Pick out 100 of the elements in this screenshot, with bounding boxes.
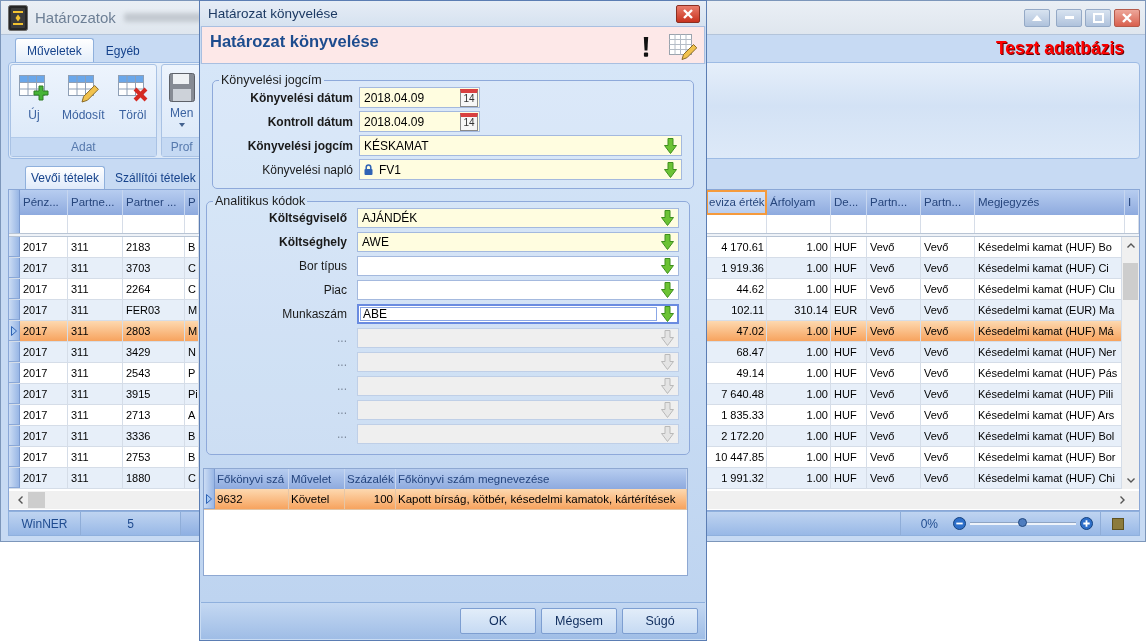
row-header[interactable] [204,489,215,509]
vertical-scrollbar[interactable] [1122,237,1139,489]
table-cell: 2017 [20,426,68,446]
arrow-down-icon[interactable] [661,306,674,322]
grid-plus-icon [18,72,50,104]
scrollbar-thumb[interactable] [1123,263,1138,300]
lookup-field[interactable]: KÉSKAMAT [359,135,682,156]
table-cell: Vevő [867,321,921,341]
ribbon-button[interactable]: Töröl [110,72,155,136]
table-cell: Vevő [921,321,975,341]
table-cell: Vevő [867,468,921,488]
table-cell: 2264 [123,279,185,299]
arrow-down-icon[interactable] [664,137,677,154]
database-label: Teszt adatbázis [995,38,1124,59]
table-cell: HUF [831,363,867,383]
field-label: Munkaszám [281,307,348,321]
zoom-in-icon[interactable] [1080,517,1093,530]
dialog-button[interactable]: OK [460,608,536,634]
row-header[interactable] [9,384,20,404]
grid-pencil-icon [67,72,100,104]
row-header[interactable] [9,237,20,257]
scrollbar-thumb[interactable] [28,492,45,508]
group-title: Analitikus kódok [214,194,307,208]
table-cell: 2017 [20,237,68,257]
ribbon-collapse-button[interactable] [1024,8,1050,27]
table-cell: HUF [831,321,867,341]
table-cell: 1.00 [767,258,831,278]
table-cell: Vevő [867,237,921,257]
table-cell: 1880 [123,468,185,488]
lookup-field[interactable]: ABE [357,304,679,324]
ribbon-button[interactable]: Módosít [56,72,111,136]
ribbon-tab[interactable]: Egyéb [93,38,152,62]
row-header[interactable] [9,468,20,488]
row-header[interactable] [9,258,20,278]
table-cell: Vevő [921,237,975,257]
table-cell: 100 [345,489,396,509]
tab[interactable]: Vevői tételek [25,166,106,189]
ribbon-button[interactable]: Men [162,72,201,136]
lookup-field[interactable] [357,280,679,300]
arrow-down-icon[interactable] [661,234,674,250]
table-cell: 311 [68,321,123,341]
row-pointer-icon [11,325,17,336]
close-button[interactable] [1114,8,1140,27]
table-cell: HUF [831,426,867,446]
arrow-down-icon[interactable] [661,258,674,274]
date-field[interactable]: 2018.04.09 14 [359,87,480,108]
row-header[interactable] [9,447,20,467]
date-field[interactable]: 2018.04.09 14 [359,111,480,132]
ribbon-tab[interactable]: Műveletek [15,38,94,62]
zoom-out-icon[interactable] [953,517,966,530]
table-cell: 311 [68,258,123,278]
row-header[interactable] [9,279,20,299]
row-header[interactable] [9,363,20,383]
row-header[interactable] [9,342,20,362]
table-cell: 2713 [123,405,185,425]
arrow-down-icon[interactable] [661,282,674,298]
dialog-button[interactable]: Súgó [622,608,698,634]
row-header[interactable] [9,405,20,425]
table-cell: Vevő [867,447,921,467]
table-cell: 2017 [20,405,68,425]
row-header[interactable] [9,321,20,341]
dialog-button[interactable]: Mégsem [541,608,617,634]
calendar-button[interactable]: 14 [460,88,478,107]
arrow-down-icon[interactable] [661,210,674,226]
table-cell: 311 [68,384,123,404]
row-header[interactable] [9,300,20,320]
table-cell: Vevő [921,300,975,320]
lookup-field[interactable]: AJÁNDÉK [357,208,679,228]
table-cell: 311 [68,447,123,467]
table-cell: 2017 [20,447,68,467]
maximize-button[interactable] [1085,8,1111,27]
slider-thumb[interactable] [1018,518,1027,527]
table-cell: 2753 [123,447,185,467]
table-cell: FER03 [123,300,185,320]
header-corner [9,190,20,215]
minimize-icon [1064,16,1074,19]
lookup-field[interactable] [357,256,679,276]
tab[interactable]: Szállítói tételek [109,166,202,189]
table-cell: 310.14 [767,300,831,320]
square-icon[interactable] [1112,517,1124,530]
table-cell: 3429 [123,342,185,362]
row-header[interactable] [9,426,20,446]
table-cell: Vevő [921,426,975,446]
exclamation-icon [643,37,649,57]
table-cell: 311 [68,426,123,446]
dialog-title: Határozat könyvelése [208,6,339,21]
lookup-field[interactable]: AWE [357,232,679,252]
close-icon [1122,12,1132,23]
lookup-field[interactable]: FV1 [359,159,682,180]
calendar-button[interactable]: 14 [460,112,478,131]
arrow-down-icon[interactable] [664,161,677,178]
column-header[interactable]: eviza érték [706,190,767,215]
table-cell: 1.00 [767,321,831,341]
close-button[interactable] [676,4,700,23]
field-label: ... [336,379,348,393]
table-cell: 1.00 [767,237,831,257]
caret-icon [178,123,185,127]
field-label: Kontroll dátum [266,114,354,129]
ribbon-button[interactable]: Új [12,72,56,136]
minimize-button[interactable] [1056,8,1082,27]
